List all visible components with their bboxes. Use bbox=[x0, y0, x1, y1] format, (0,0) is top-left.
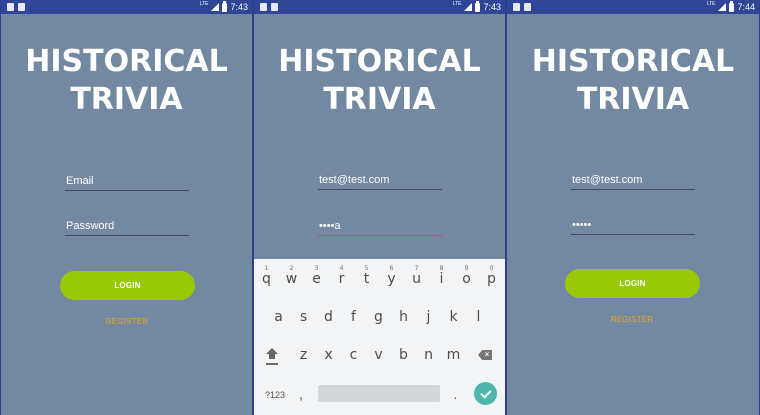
app-notification-icon bbox=[524, 3, 531, 11]
shift-key-icon[interactable] bbox=[259, 340, 284, 370]
lte-label: LTE bbox=[199, 1, 209, 7]
password-field[interactable] bbox=[318, 217, 442, 236]
password-input[interactable] bbox=[571, 216, 695, 234]
key-q[interactable]: 1q bbox=[254, 264, 279, 294]
key-o[interactable]: 9o bbox=[454, 264, 479, 294]
key-c[interactable]: c bbox=[341, 340, 366, 370]
key-n[interactable]: n bbox=[416, 340, 441, 370]
key-t[interactable]: 5t bbox=[354, 264, 379, 294]
key-f[interactable]: f bbox=[341, 302, 366, 332]
keyboard-row-1: 1q 2w 3e 4r 5t 6y 7u 8i 9o 0p bbox=[254, 264, 505, 294]
notification-icon bbox=[7, 3, 14, 11]
register-link[interactable]: REGISTER bbox=[87, 317, 167, 326]
comma-key[interactable]: , bbox=[291, 380, 311, 408]
title-line-2: TRIVIA bbox=[576, 82, 690, 117]
key-g[interactable]: g bbox=[366, 302, 391, 332]
register-link[interactable]: REGISTER bbox=[592, 315, 672, 324]
screenshot-collage: LTE 7:43 HISTORICAL TRIVIA LOGIN REGISTE… bbox=[0, 0, 760, 415]
keyboard-row-3: z x c v b n m × bbox=[254, 340, 505, 370]
status-time: 7:44 bbox=[737, 2, 755, 12]
key-u[interactable]: 7u bbox=[404, 264, 429, 294]
lte-label: LTE bbox=[452, 1, 462, 7]
title-line-1: HISTORICAL bbox=[531, 44, 735, 79]
key-z[interactable]: z bbox=[291, 340, 316, 370]
password-input[interactable] bbox=[65, 217, 189, 235]
key-a[interactable]: a bbox=[266, 302, 291, 332]
key-k[interactable]: k bbox=[441, 302, 466, 332]
status-bar: LTE 7:44 bbox=[507, 0, 759, 14]
login-screen-typing: LTE 7:43 HISTORICAL TRIVIA 1q 2w 3e 4r 5… bbox=[253, 0, 506, 415]
email-input[interactable] bbox=[65, 172, 189, 190]
key-w[interactable]: 2w bbox=[279, 264, 304, 294]
app-title: HISTORICAL TRIVIA bbox=[507, 43, 759, 119]
key-r[interactable]: 4r bbox=[329, 264, 354, 294]
key-b[interactable]: b bbox=[391, 340, 416, 370]
keyboard-row-2: a s d f g h j k l bbox=[254, 302, 505, 332]
key-p[interactable]: 0p bbox=[479, 264, 504, 294]
app-title: HISTORICAL TRIVIA bbox=[254, 43, 505, 119]
battery-icon bbox=[475, 0, 481, 12]
space-key[interactable] bbox=[318, 385, 440, 402]
key-x[interactable]: x bbox=[316, 340, 341, 370]
status-bar: LTE 7:43 bbox=[1, 0, 252, 14]
email-field[interactable] bbox=[65, 172, 189, 191]
key-e[interactable]: 3e bbox=[304, 264, 329, 294]
app-notification-icon bbox=[18, 3, 25, 11]
period-key[interactable]: . bbox=[448, 380, 463, 408]
signal-icon bbox=[211, 3, 220, 11]
key-m[interactable]: m bbox=[441, 340, 466, 370]
lte-label: LTE bbox=[706, 1, 716, 7]
password-input[interactable] bbox=[318, 217, 442, 235]
title-line-1: HISTORICAL bbox=[25, 44, 228, 79]
done-key-check-icon[interactable] bbox=[474, 382, 497, 405]
key-h[interactable]: h bbox=[391, 302, 416, 332]
status-time: 7:43 bbox=[483, 2, 501, 12]
email-field[interactable] bbox=[318, 171, 442, 190]
battery-icon bbox=[222, 0, 228, 12]
key-l[interactable]: l bbox=[466, 302, 491, 332]
title-line-2: TRIVIA bbox=[70, 82, 183, 117]
key-s[interactable]: s bbox=[291, 302, 316, 332]
signal-icon bbox=[718, 3, 727, 11]
status-time: 7:43 bbox=[230, 2, 248, 12]
login-button[interactable]: LOGIN bbox=[565, 269, 700, 298]
key-v[interactable]: v bbox=[366, 340, 391, 370]
login-screen-filled: LTE 7:44 HISTORICAL TRIVIA LOGIN REGISTE… bbox=[506, 0, 760, 415]
app-notification-icon bbox=[271, 3, 278, 11]
key-j[interactable]: j bbox=[416, 302, 441, 332]
battery-icon bbox=[729, 0, 735, 12]
title-line-1: HISTORICAL bbox=[278, 44, 481, 79]
email-input[interactable] bbox=[318, 171, 442, 189]
notification-icon bbox=[260, 3, 267, 11]
signal-icon bbox=[464, 3, 473, 11]
soft-keyboard: 1q 2w 3e 4r 5t 6y 7u 8i 9o 0p a s d f g … bbox=[254, 259, 505, 415]
status-bar: LTE 7:43 bbox=[254, 0, 505, 14]
key-y[interactable]: 6y bbox=[379, 264, 404, 294]
key-i[interactable]: 8i bbox=[429, 264, 454, 294]
notification-icon bbox=[513, 3, 520, 11]
password-field[interactable] bbox=[65, 217, 189, 236]
password-field[interactable] bbox=[571, 216, 695, 235]
login-button[interactable]: LOGIN bbox=[60, 271, 195, 300]
symbols-key[interactable]: ?123 bbox=[259, 385, 291, 405]
email-input[interactable] bbox=[571, 171, 695, 189]
key-d[interactable]: d bbox=[316, 302, 341, 332]
title-line-2: TRIVIA bbox=[323, 82, 436, 117]
email-field[interactable] bbox=[571, 171, 695, 190]
login-screen-empty: LTE 7:43 HISTORICAL TRIVIA LOGIN REGISTE… bbox=[0, 0, 253, 415]
app-title: HISTORICAL TRIVIA bbox=[1, 43, 252, 119]
backspace-key-icon[interactable]: × bbox=[472, 340, 497, 370]
